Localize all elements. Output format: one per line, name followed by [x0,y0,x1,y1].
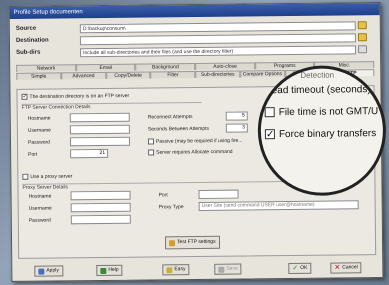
proxy-hostname-input[interactable] [70,190,131,201]
allocate-label: Server requires Allocate command [156,148,233,156]
proxy-type-select[interactable]: User Site (send command USER user@hostna… [198,200,359,211]
username-label: Username [27,127,51,134]
subdirs-select[interactable]: Include all sub-directories and their fi… [80,44,357,57]
reconnect-label: Reconnect Attempts [147,114,193,121]
easy-button[interactable]: Easy [162,264,190,276]
checkbox-icon[interactable] [148,149,155,156]
proxy-username-label: Username [28,205,52,212]
hostname-label: Hostname [27,115,51,122]
seconds-between-label: Seconds Between Attempts [147,125,210,133]
cancel-label: Cancel [342,264,358,271]
tab-copy-delete[interactable]: Copy/Delete [105,71,151,79]
use-proxy-label: Use a proxy server [30,173,73,181]
zoom-read-timeout-label: Read timeout (seconds) [264,84,371,97]
help-button[interactable]: Help [96,264,123,277]
help-icon [100,267,107,274]
close-icon: ✕ [334,264,341,272]
cancel-button[interactable]: ✕ Cancel [330,262,362,274]
reconnect-stepper[interactable]: 5 [225,111,248,121]
checkbox-icon[interactable] [22,173,29,180]
test-ftp-label: Test FTP settings [177,238,216,246]
easy-icon [166,266,173,273]
tab-filter[interactable]: Filter [150,71,196,79]
apply-label: Apply [46,267,59,274]
check-icon: ✓ [292,264,299,272]
destination-input[interactable] [79,32,356,45]
checkbox-icon[interactable] [264,107,275,118]
window-title: Profile Setup documenten [9,3,380,19]
checkbox-icon[interactable] [147,138,155,145]
apply-icon [38,268,45,275]
ftp-test-icon [169,239,176,246]
proxy-password-input[interactable] [70,214,131,225]
proxy-password-label: Password [28,217,51,224]
zoom-file-time-option[interactable]: File time is not GMT/U [264,106,379,119]
source-label: Source [15,25,37,32]
help-label: Help [108,266,119,273]
passive-label: Passive (may be required if using fire..… [155,137,243,145]
subdirs-label: Sub-dirs [16,49,41,56]
hostname-input[interactable] [69,112,130,123]
magnifier-callout: Detection Read timeout (seconds) File ti… [257,65,387,197]
proxy-port-label: Port [158,192,168,199]
port-label: Port [28,151,38,158]
use-proxy-option[interactable]: Use a proxy server [22,173,72,180]
save-button[interactable]: Save [214,263,242,275]
tab-auto-close[interactable]: Auto-close [195,62,255,71]
username-input[interactable] [69,124,130,135]
folder-icon[interactable] [357,21,367,30]
apply-button[interactable]: Apply [34,265,63,277]
tab-simple[interactable]: Simple [16,72,62,80]
folder-icon[interactable] [357,33,367,42]
zoom-force-binary-option[interactable]: ✓ Force binary transfers [264,128,377,141]
password-input[interactable] [69,136,131,147]
source-input[interactable]: D:\backup\consum\ [79,20,356,33]
proxy-port-input[interactable] [198,189,239,199]
tab-advanced[interactable]: Advanced [61,71,106,80]
photo-frame: Profile Setup documenten Source D:\backu… [0,0,389,285]
tab-background[interactable]: Background [135,63,196,71]
tab-email[interactable]: Email [75,63,136,72]
password-label: Password [27,139,50,146]
ok-button[interactable]: ✓ OK [288,262,312,275]
tab-compare-options[interactable]: Compare Options [240,70,285,78]
seconds-stepper[interactable]: 3 [225,123,248,133]
dest-on-ftp-option[interactable]: ✓ The destination directory is on an FTP … [21,93,129,100]
proxy-type-label: Proxy Type [158,204,184,211]
check-icon[interactable]: ✓ [264,129,275,141]
check-icon[interactable]: ✓ [21,94,28,100]
ok-label: OK [300,264,308,271]
save-label: Save [226,265,238,272]
profile-setup-window: Profile Setup documenten Source D:\backu… [8,2,387,282]
test-ftp-button[interactable]: Test FTP settings [164,235,220,250]
proxy-hostname-label: Hostname [28,193,52,200]
save-icon [218,266,225,273]
easy-label: Easy [174,266,186,273]
zoom-top-label: Detection [300,70,335,80]
passive-option[interactable]: Passive (may be required if using fire..… [147,137,243,145]
subdirs-row: Sub-dirs Include all sub-directories and… [16,44,368,58]
tab-sub-directories[interactable]: Sub-directories [195,70,241,79]
allocate-option[interactable]: Server requires Allocate command [148,148,233,156]
proxy-username-input[interactable] [70,202,131,213]
destination-label: Destination [15,37,49,44]
port-input[interactable]: 21 [70,148,109,159]
tab-network[interactable]: Network [16,64,76,72]
zoom-force-binary-label: Force binary transfers [278,128,377,141]
chevron-down-icon[interactable] [357,45,368,54]
conn-group-title: FTP Server Connection Details [21,101,202,111]
zoom-file-time-label: File time is not GMT/U [278,106,379,119]
dest-on-ftp-label: The destination directory is on an FTP s… [29,93,130,101]
